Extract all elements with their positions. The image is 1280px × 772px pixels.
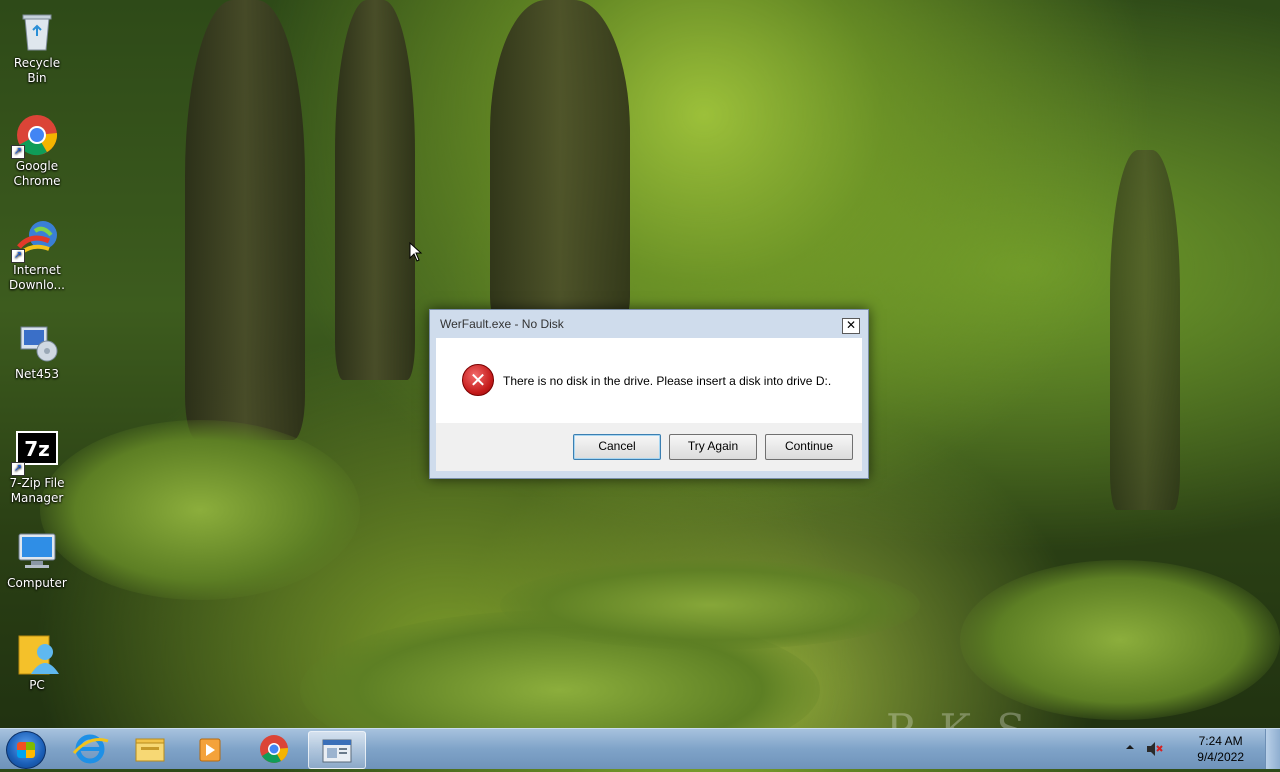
desktop-icon-label: Internet Downlo... [9,263,65,292]
desktop-icon-internet-download-manager[interactable]: ↗ Internet Downlo... [4,217,70,293]
file-explorer-icon [135,738,165,762]
shortcut-arrow-icon: ↗ [11,462,25,476]
moss-rock [960,560,1280,720]
desktop-icon-label: PC [29,678,45,692]
desktop-icon-label: Google Chrome [13,159,61,188]
shortcut-arrow-icon: ↗ [11,145,25,159]
tray-overflow-icon[interactable] [1124,741,1136,756]
system-clock[interactable]: 7:24 AM 9/4/2022 [1197,733,1244,765]
tree-trunk [185,0,305,440]
desktop-icon-label: Recycle Bin [13,56,61,85]
windows-logo-icon [17,742,35,758]
dialog-message: There is no disk in the drive. Please in… [503,374,832,388]
desktop-icon-recycle-bin[interactable]: Recycle Bin [4,10,70,86]
tree-trunk [490,0,630,330]
taskbar: 7:24 AM 9/4/2022 [0,728,1280,769]
desktop-icon-label: Computer [7,576,67,590]
recycle-bin-icon [15,10,59,54]
error-icon: ✕ [462,364,494,396]
desktop-icon-7zip[interactable]: 7z ↗ 7-Zip File Manager [4,430,70,506]
taskbar-media-player[interactable] [182,731,238,767]
tree-trunk [335,0,415,380]
net453-icon [15,321,59,365]
chrome-icon: ↗ [11,113,59,159]
desktop-icon-computer[interactable]: Computer [4,530,70,591]
taskbar-chrome[interactable] [246,731,302,767]
desktop-icon-label: 7-Zip File Manager [9,476,65,505]
mouse-cursor-icon [409,242,423,262]
moss-rock [40,420,360,600]
dialog-title: WerFault.exe - No Disk [440,317,564,331]
werfault-window-icon [322,739,352,763]
taskbar-internet-explorer[interactable] [62,731,118,767]
internet-explorer-icon [72,734,109,764]
moss-rock [500,560,920,650]
7zip-icon: 7z ↗ [11,430,59,476]
desktop-icon-pc[interactable]: PC [4,632,70,693]
close-button[interactable]: ✕ [842,318,860,334]
start-button[interactable] [6,731,46,769]
dialog-titlebar[interactable]: WerFault.exe - No Disk ✕ [430,310,868,338]
no-disk-dialog: WerFault.exe - No Disk ✕ ✕ There is no d… [429,309,869,479]
dialog-content: ✕ There is no disk in the drive. Please … [436,338,862,423]
tree-trunk [1110,150,1180,510]
try-again-button[interactable]: Try Again [669,434,757,460]
show-desktop-button[interactable] [1265,729,1280,769]
cancel-button[interactable]: Cancel [573,434,661,460]
internet-download-manager-icon: ↗ [11,217,59,263]
shortcut-arrow-icon: ↗ [11,249,25,263]
taskbar-werfault-window[interactable] [308,731,366,769]
svg-text:7z: 7z [24,437,50,461]
dialog-footer: Cancel Try Again Continue [436,423,862,471]
continue-button[interactable]: Continue [765,434,853,460]
clock-time: 7:24 AM [1198,734,1243,748]
desktop-icon-label: Net453 [15,367,59,381]
chrome-icon [260,735,289,763]
computer-icon [15,530,59,574]
user-folder-icon [15,632,59,676]
clock-date: 9/4/2022 [1197,750,1244,764]
desktop-icon-google-chrome[interactable]: ↗ Google Chrome [4,113,70,189]
media-player-icon [199,738,221,762]
desktop-icon-net453[interactable]: Net453 [4,321,70,382]
taskbar-file-explorer[interactable] [122,731,178,767]
volume-muted-icon[interactable] [1145,740,1165,761]
